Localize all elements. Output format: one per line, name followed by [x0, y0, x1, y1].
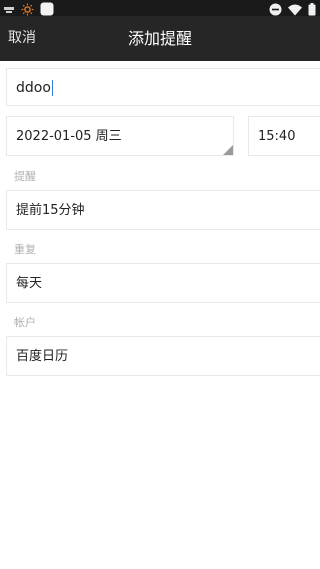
repeat-selector[interactable]: 每天 [6, 263, 320, 303]
date-value: 2022-01-05 周三 [16, 129, 122, 144]
title-field[interactable]: ddoo [6, 68, 320, 106]
repeat-label: 重复 [14, 243, 36, 256]
account-selector[interactable]: 百度日历 [6, 336, 320, 376]
status-bar [0, 0, 320, 16]
app-bar: 添加提醒 取消 [0, 16, 320, 61]
time-picker[interactable]: 15:40 [248, 116, 320, 156]
dropdown-corner-icon [223, 145, 233, 155]
page-title: 添加提醒 [127, 29, 192, 48]
reminder-value: 提前15分钟 [16, 203, 85, 218]
repeat-value: 每天 [16, 276, 43, 291]
reminder-selector[interactable]: 提前15分钟 [6, 190, 320, 230]
reminder-label: 提醒 [14, 170, 36, 183]
account-value: 百度日历 [16, 349, 69, 364]
date-picker[interactable]: 2022-01-05 周三 [6, 116, 234, 156]
cancel-button[interactable]: 取消 [8, 16, 36, 61]
title-input[interactable]: ddoo [16, 69, 53, 107]
time-value: 15:40 [258, 129, 296, 144]
text-cursor [51, 80, 53, 96]
account-label: 帐户 [14, 316, 36, 329]
title-input-value: ddoo [16, 80, 51, 96]
